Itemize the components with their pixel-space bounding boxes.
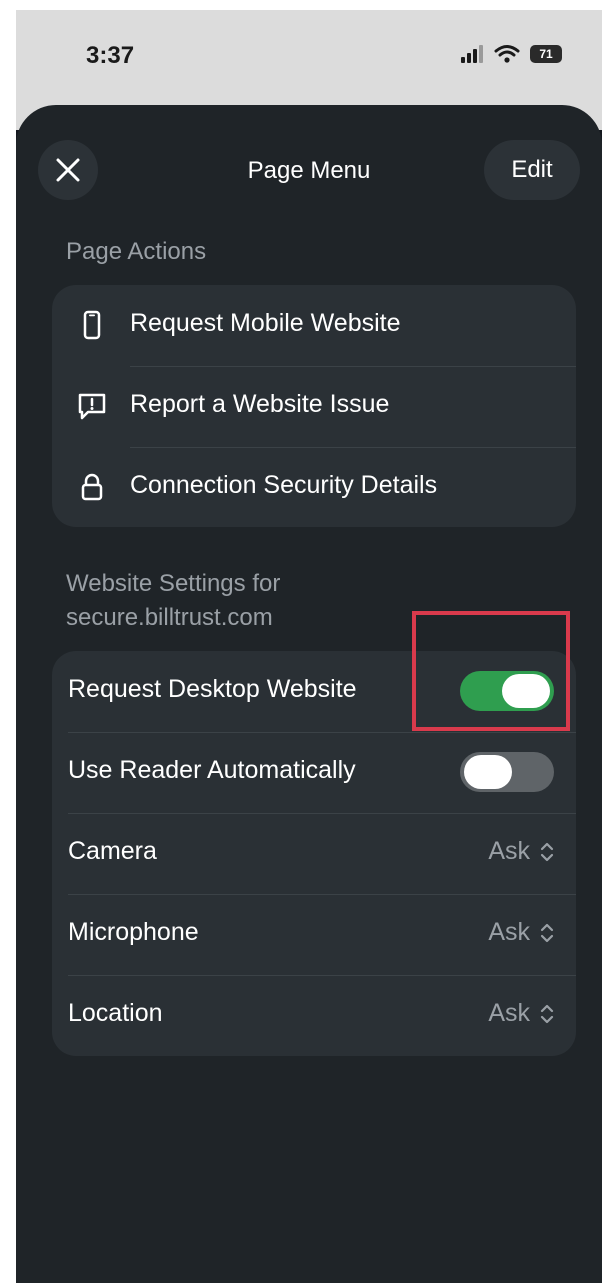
connection-security-details-label: Connection Security Details bbox=[130, 471, 438, 499]
wifi-icon bbox=[494, 45, 520, 63]
page-actions-header: Page Actions bbox=[66, 238, 207, 265]
camera-permission-select[interactable]: Ask bbox=[488, 837, 554, 866]
phone-icon bbox=[83, 310, 101, 340]
chevron-up-down-icon bbox=[540, 923, 554, 942]
battery-level: 71 bbox=[539, 47, 553, 61]
report-issue-icon bbox=[78, 393, 106, 420]
website-settings-header-line1: Website Settings for bbox=[66, 570, 281, 597]
camera-label: Camera bbox=[68, 837, 157, 865]
location-row[interactable]: Location Ask bbox=[52, 975, 576, 1056]
edit-button[interactable]: Edit bbox=[484, 140, 580, 200]
report-website-issue-row[interactable]: Report a Website Issue bbox=[52, 366, 576, 447]
microphone-permission-value: Ask bbox=[488, 918, 530, 946]
website-settings-header: Website Settings for secure.billtrust.co… bbox=[66, 567, 280, 635]
page-actions-group: Request Mobile Website Report a Website … bbox=[52, 285, 576, 527]
lock-icon bbox=[81, 473, 103, 501]
microphone-row[interactable]: Microphone Ask bbox=[52, 894, 576, 975]
use-reader-automatically-toggle[interactable] bbox=[460, 752, 554, 792]
microphone-permission-select[interactable]: Ask bbox=[488, 918, 554, 947]
chevron-up-down-icon bbox=[540, 842, 554, 861]
connection-security-details-row[interactable]: Connection Security Details bbox=[52, 447, 576, 528]
camera-row[interactable]: Camera Ask bbox=[52, 813, 576, 894]
request-mobile-website-row[interactable]: Request Mobile Website bbox=[52, 285, 576, 366]
location-label: Location bbox=[68, 999, 163, 1027]
request-desktop-website-label: Request Desktop Website bbox=[68, 675, 357, 703]
toggle-knob bbox=[464, 755, 512, 789]
camera-permission-value: Ask bbox=[488, 837, 530, 865]
battery-icon: 71 bbox=[530, 45, 562, 63]
cellular-signal-icon bbox=[461, 45, 483, 63]
request-mobile-website-label: Request Mobile Website bbox=[130, 309, 401, 337]
report-website-issue-label: Report a Website Issue bbox=[130, 390, 390, 418]
location-permission-value: Ask bbox=[488, 999, 530, 1027]
microphone-label: Microphone bbox=[68, 918, 199, 946]
use-reader-automatically-row: Use Reader Automatically bbox=[52, 732, 576, 813]
use-reader-automatically-label: Use Reader Automatically bbox=[68, 756, 356, 784]
location-permission-select[interactable]: Ask bbox=[488, 999, 554, 1028]
status-icons: 71 bbox=[460, 44, 562, 64]
website-settings-domain: secure.billtrust.com bbox=[66, 604, 273, 631]
highlight-box bbox=[412, 611, 570, 731]
status-time: 3:37 bbox=[86, 42, 135, 69]
chevron-up-down-icon bbox=[540, 1004, 554, 1023]
